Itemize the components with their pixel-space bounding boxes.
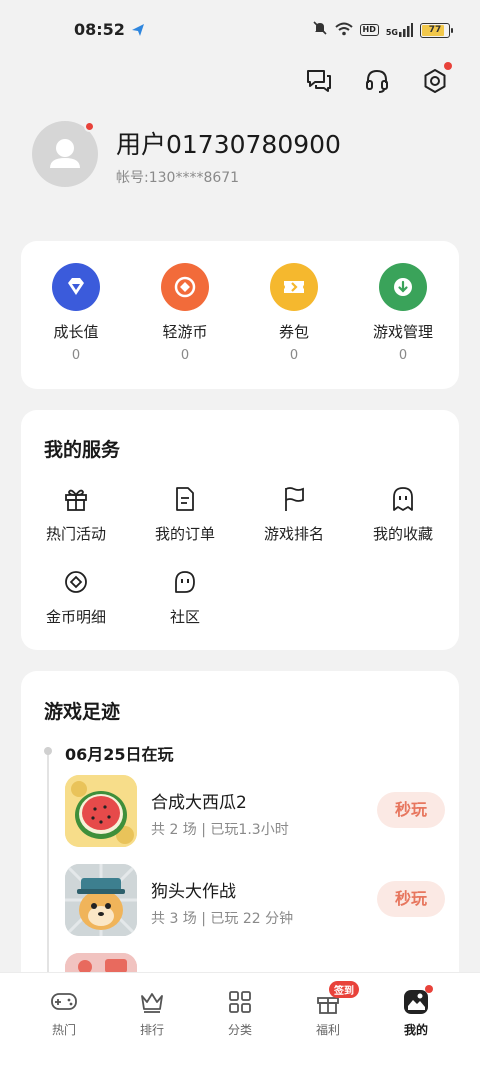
grid-icon: [225, 987, 255, 1017]
ticket-icon: [270, 263, 318, 311]
asset-label: 成长值: [53, 323, 99, 341]
nav-ranking[interactable]: 排行: [112, 987, 192, 1038]
service-label: 我的订单: [154, 525, 215, 543]
timeline-date: 06月25日在玩: [65, 745, 174, 764]
customer-service-button[interactable]: [362, 66, 392, 96]
notification-dot: [444, 62, 452, 70]
nav-label: 我的: [403, 1023, 428, 1037]
account-number: 帐号:130****8671: [116, 170, 240, 186]
asset-game-manage[interactable]: 游戏管理 0: [353, 263, 453, 363]
footprint-title: 游戏足迹: [44, 701, 121, 723]
bottom-nav: 热门 排行 分类 签到 福利 我的: [0, 972, 480, 1066]
instant-play-button[interactable]: 秒玩: [377, 792, 445, 828]
service-label: 热门活动: [45, 525, 106, 543]
battery-icon: 77: [420, 22, 453, 38]
signal-icon: 5G: [386, 23, 413, 37]
nav-category[interactable]: 分类: [200, 987, 280, 1038]
community-icon: [170, 567, 200, 597]
nav-welfare[interactable]: 签到 福利: [288, 981, 368, 1038]
timeline-dot: [44, 747, 52, 755]
mute-icon: [312, 20, 328, 40]
nav-label: 热门: [51, 1023, 76, 1037]
asset-value: 0: [398, 348, 408, 363]
nav-label: 福利: [315, 1023, 340, 1037]
asset-coupons[interactable]: 券包 0: [244, 263, 344, 363]
game-row[interactable]: 狗头大作战 共 3 场 | 已玩 22 分钟 秒玩: [65, 864, 445, 936]
order-icon: [170, 484, 200, 514]
crown-icon: [137, 987, 167, 1017]
chat-icon: [307, 70, 331, 92]
service-label: 金币明细: [45, 608, 106, 626]
service-label: 我的收藏: [372, 525, 433, 543]
avatar-notification-dot: [84, 121, 95, 132]
top-actions: [304, 62, 452, 96]
gamepad-icon: [49, 987, 79, 1017]
nav-mine[interactable]: 我的: [376, 985, 456, 1038]
game-name: 狗头大作战: [151, 882, 236, 902]
asset-label: 游戏管理: [372, 323, 433, 341]
asset-coins[interactable]: 轻游币 0: [135, 263, 235, 363]
services-card: 我的服务 热门活动 我的订单 游戏排名 我的收藏 金币明细 社区: [21, 410, 459, 650]
asset-value: 0: [71, 348, 81, 363]
gift-icon: [61, 484, 91, 514]
flag-icon: [279, 484, 309, 514]
coin-icon: [161, 263, 209, 311]
service-coin-details[interactable]: 金币明细: [26, 567, 126, 627]
headset-icon: [366, 69, 388, 93]
service-game-ranking[interactable]: 游戏排名: [244, 484, 344, 544]
service-community[interactable]: 社区: [135, 567, 235, 627]
game-thumbnail-doge[interactable]: [65, 864, 137, 936]
ghost-icon: [388, 484, 418, 514]
asset-growth[interactable]: 成长值 0: [26, 263, 126, 363]
nav-label: 排行: [139, 1023, 164, 1037]
settings-icon: [424, 69, 446, 93]
hd-icon: HD: [359, 24, 379, 36]
instant-play-button[interactable]: 秒玩: [377, 881, 445, 917]
download-icon: [379, 263, 427, 311]
diamond-icon: [52, 263, 100, 311]
asset-value: 0: [180, 348, 190, 363]
service-label: 游戏排名: [263, 525, 324, 543]
notification-dot: [425, 985, 433, 993]
asset-value: 0: [289, 348, 299, 363]
game-stats: 共 2 场 | 已玩1.3小时: [151, 822, 289, 838]
username: 用户01730780900: [116, 130, 341, 159]
profile-icon: [401, 985, 433, 1017]
message-button[interactable]: [304, 66, 334, 96]
game-thumbnail-watermelon[interactable]: [65, 775, 137, 847]
asset-label: 券包: [278, 323, 309, 341]
timeline-line: [47, 747, 49, 1001]
nav-label: 分类: [227, 1023, 252, 1037]
game-name: 合成大西瓜2: [151, 793, 247, 813]
status-bar: 08:52 HD 5G 77: [0, 0, 480, 56]
game-stats: 共 3 场 | 已玩 22 分钟: [151, 911, 294, 927]
service-my-orders[interactable]: 我的订单: [135, 484, 235, 544]
navigation-arrow-icon: [130, 22, 146, 42]
nav-hot[interactable]: 热门: [24, 987, 104, 1038]
asset-label: 轻游币: [162, 323, 208, 341]
status-time: 08:52: [74, 20, 125, 39]
service-hot-events[interactable]: 热门活动: [26, 484, 126, 544]
assets-card: 成长值 0 轻游币 0 券包 0 游戏管理 0: [21, 241, 459, 389]
status-icons: HD 5G 77: [312, 20, 453, 40]
game-footprint-card: 游戏足迹 06月25日在玩 合成大西瓜2 共 2 场 | 已玩1.3小时 秒玩: [21, 671, 459, 1001]
coin-detail-icon: [61, 567, 91, 597]
services-title: 我的服务: [44, 439, 121, 461]
game-row[interactable]: 合成大西瓜2 共 2 场 | 已玩1.3小时 秒玩: [65, 775, 445, 847]
gift-icon: 签到: [313, 981, 359, 1017]
wifi-icon: [334, 21, 353, 40]
service-label: 社区: [169, 608, 200, 626]
settings-button[interactable]: [420, 62, 452, 96]
profile-header[interactable]: 用户01730780900 帐号:130****8671: [32, 121, 452, 191]
service-my-favorites[interactable]: 我的收藏: [353, 484, 453, 544]
check-in-badge: 签到: [329, 981, 359, 998]
